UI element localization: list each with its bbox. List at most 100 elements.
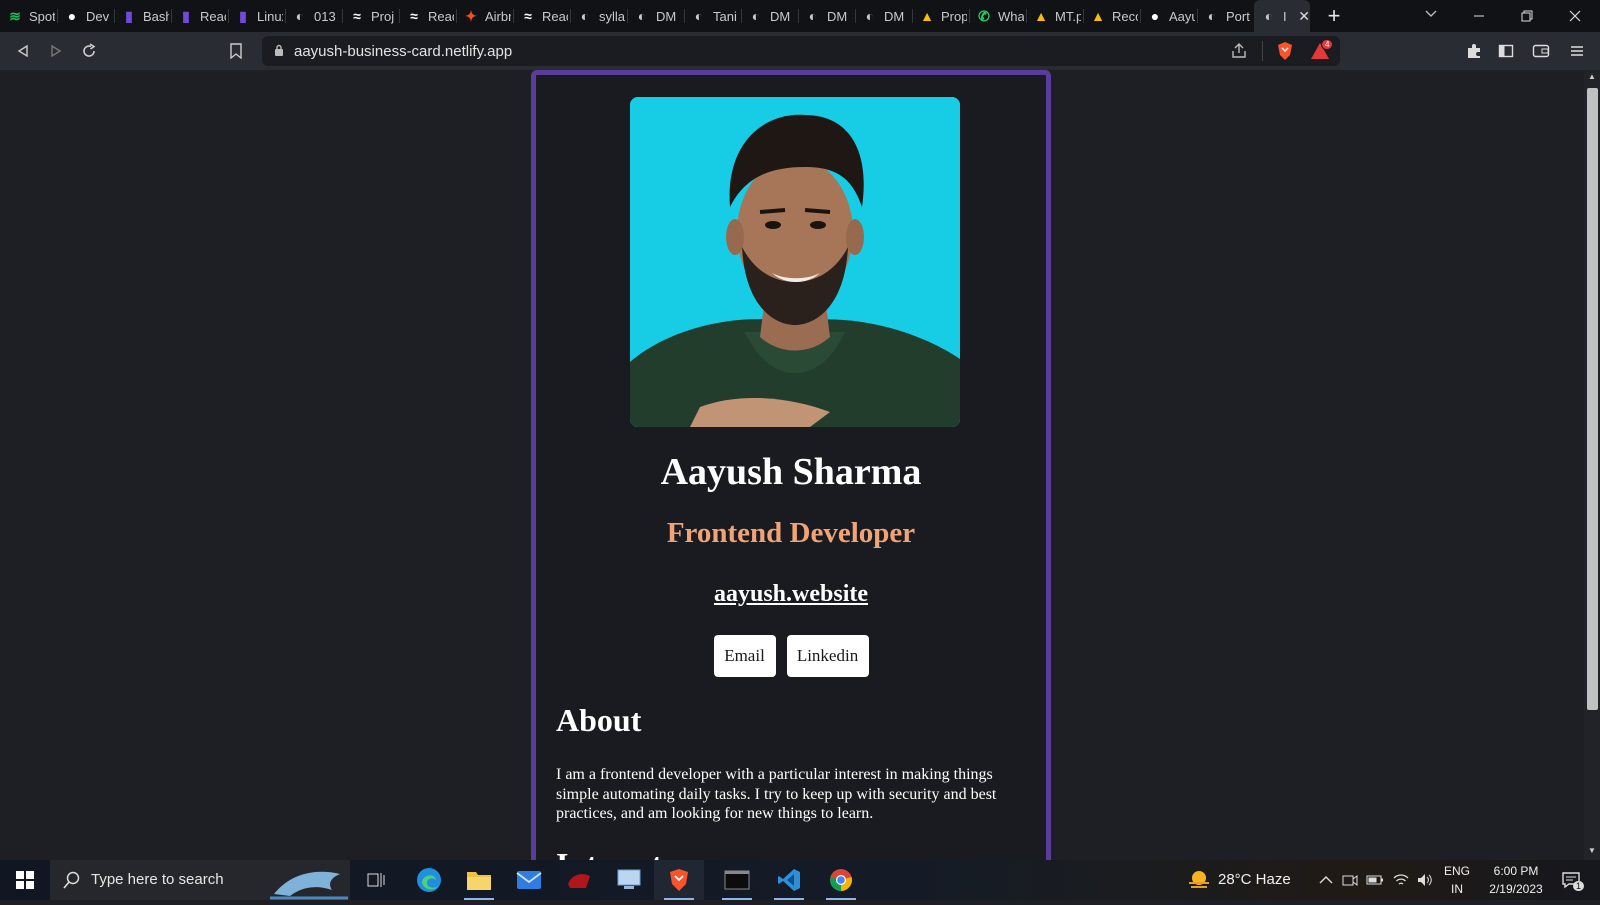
browser-tab[interactable]: ≈ Proj — [342, 0, 399, 32]
show-hidden-icons-chevron-icon[interactable] — [1316, 860, 1336, 900]
tab-title: 013 — [314, 8, 336, 24]
scroll-up-icon[interactable]: ▲ — [1588, 72, 1596, 81]
browser-tab[interactable]: ≋ Spotify — [0, 0, 57, 32]
tab-search-chevron-icon[interactable] — [1424, 6, 1438, 23]
tab-title: Airbnb — [485, 8, 511, 24]
drive-icon: ▲ — [1034, 8, 1048, 24]
windows-start-icon[interactable] — [0, 860, 50, 900]
tab-title: I — [1283, 8, 1287, 24]
tab-title: MT.p — [1055, 8, 1081, 24]
whatsapp-icon: ✆ — [978, 7, 990, 24]
browser-tab[interactable]: ▲ Reco — [1083, 0, 1140, 32]
new-tab-button[interactable]: + — [1324, 0, 1344, 32]
url-text: aayush-business-card.netlify.app — [294, 43, 513, 60]
vscode-app-icon[interactable] — [764, 860, 814, 900]
meet-now-icon[interactable] — [1340, 860, 1360, 900]
brave-app-icon[interactable] — [654, 860, 704, 900]
tab-title: Proj — [371, 8, 395, 24]
browser-tab[interactable]: ▲ MT.p — [1026, 0, 1083, 32]
address-bar[interactable]: aayush-business-card.netlify.app 4 — [262, 36, 1340, 66]
about-text: I am a frontend developer with a particu… — [556, 766, 997, 822]
contact-buttons: Email Linkedin — [536, 635, 1046, 677]
browser-tab-active[interactable]: ◐ I ✕ — [1254, 0, 1310, 32]
restore-button[interactable] — [1504, 0, 1550, 32]
menu-icon[interactable] — [1565, 39, 1589, 63]
search-highlight-dolphin-icon — [270, 864, 348, 905]
browser-tab[interactable]: ● Aayu — [1140, 0, 1197, 32]
browser-tab[interactable]: ◐ DM — [741, 0, 798, 32]
browser-tab[interactable]: ✦ Airbnb — [456, 0, 513, 32]
clock[interactable]: 6:00 PM 2/19/2023 — [1478, 862, 1554, 898]
browser-tab[interactable]: ▮ Bash — [114, 0, 171, 32]
minimize-button[interactable] — [1456, 0, 1502, 32]
terminal-app-icon[interactable] — [712, 860, 762, 900]
task-view-icon[interactable] — [354, 860, 398, 900]
tab-title: Prop — [941, 8, 967, 24]
bookmark-icon[interactable] — [224, 39, 248, 63]
browser-tab[interactable]: ≈ React — [513, 0, 570, 32]
browser-tab[interactable]: ◐ Tani — [684, 0, 741, 32]
wallet-icon[interactable] — [1529, 39, 1553, 63]
notification-center-icon[interactable]: 1 — [1556, 860, 1586, 900]
wifi-icon[interactable] — [1390, 860, 1412, 900]
language-code: ENG — [1444, 864, 1471, 878]
browser-tab[interactable]: ▮ Linux — [228, 0, 285, 32]
browser-tab[interactable]: ▲ Prop — [912, 0, 969, 32]
globe-icon: ◐ — [1264, 8, 1274, 24]
browser-tab[interactable]: ◐ DM — [855, 0, 912, 32]
extensions-icon[interactable] — [1462, 39, 1486, 63]
share-icon[interactable] — [1230, 42, 1248, 65]
close-tab-icon[interactable]: ✕ — [1298, 8, 1310, 25]
globe-icon: ◐ — [580, 8, 590, 24]
region-code: IN — [1451, 882, 1463, 896]
weather-text[interactable]: 28°C Haze — [1218, 871, 1291, 889]
forward-button[interactable] — [44, 39, 68, 63]
browser-tab[interactable]: ● Dev — [57, 0, 114, 32]
mail-app-icon[interactable] — [504, 860, 554, 900]
game-app-icon[interactable] — [554, 860, 604, 900]
sidebar-toggle-icon[interactable] — [1494, 39, 1518, 63]
battery-icon[interactable] — [1364, 860, 1386, 900]
file-explorer-icon[interactable] — [454, 860, 504, 900]
tab-title: Port — [1226, 8, 1250, 24]
tab-title: Bash — [143, 8, 169, 24]
globe-icon: ◐ — [865, 8, 875, 24]
back-button[interactable] — [11, 39, 35, 63]
taskbar-search-box[interactable]: Type here to search — [50, 860, 350, 900]
chrome-app-icon[interactable] — [816, 860, 866, 900]
email-button[interactable]: Email — [713, 635, 776, 677]
browser-tab[interactable]: ◐ 013 — [285, 0, 342, 32]
interests-heading: Interests — [556, 846, 675, 860]
language-indicator[interactable]: ENG IN — [1444, 862, 1470, 898]
browser-tab[interactable]: ◐ DM — [798, 0, 855, 32]
browser-tab[interactable]: ◐ Port — [1197, 0, 1254, 32]
scroll-thumb[interactable] — [1587, 88, 1598, 710]
website-link[interactable]: aayush.website — [536, 581, 1046, 608]
edge-app-icon[interactable] — [404, 860, 454, 900]
remote-desktop-icon[interactable] — [604, 860, 654, 900]
windows-taskbar: Type here to search 28°C Haze ENG IN 6:0… — [0, 860, 1600, 900]
brave-rewards-icon[interactable]: 4 — [1310, 39, 1334, 66]
globe-icon: ◐ — [1207, 8, 1217, 24]
volume-icon[interactable] — [1414, 860, 1436, 900]
weather-haze-icon[interactable] — [1186, 860, 1212, 900]
scroll-down-icon[interactable]: ▼ — [1588, 846, 1596, 855]
github-icon: ● — [67, 8, 77, 24]
tab-title: WhatsApp — [998, 8, 1024, 24]
linkedin-button[interactable]: Linkedin — [786, 635, 869, 677]
brave-shield-icon[interactable] — [1276, 41, 1294, 66]
profile-name: Aayush Sharma — [660, 451, 922, 493]
browser-tab[interactable]: ◐ DM — [627, 0, 684, 32]
browser-tab[interactable]: ▮ React — [171, 0, 228, 32]
close-window-button[interactable] — [1552, 0, 1598, 32]
browser-tab[interactable]: ◐ sylla — [570, 0, 627, 32]
browser-tab[interactable]: ≈ React — [399, 0, 456, 32]
divider — [1262, 41, 1263, 61]
reload-button[interactable] — [77, 39, 101, 63]
search-icon — [63, 871, 81, 894]
about-heading: About — [556, 702, 642, 738]
wave-icon: ≈ — [524, 8, 532, 24]
browser-tab[interactable]: ✆ WhatsApp — [969, 0, 1026, 32]
tab-title: React — [200, 8, 226, 24]
page-scrollbar[interactable]: ▲ ▼ — [1584, 70, 1600, 860]
